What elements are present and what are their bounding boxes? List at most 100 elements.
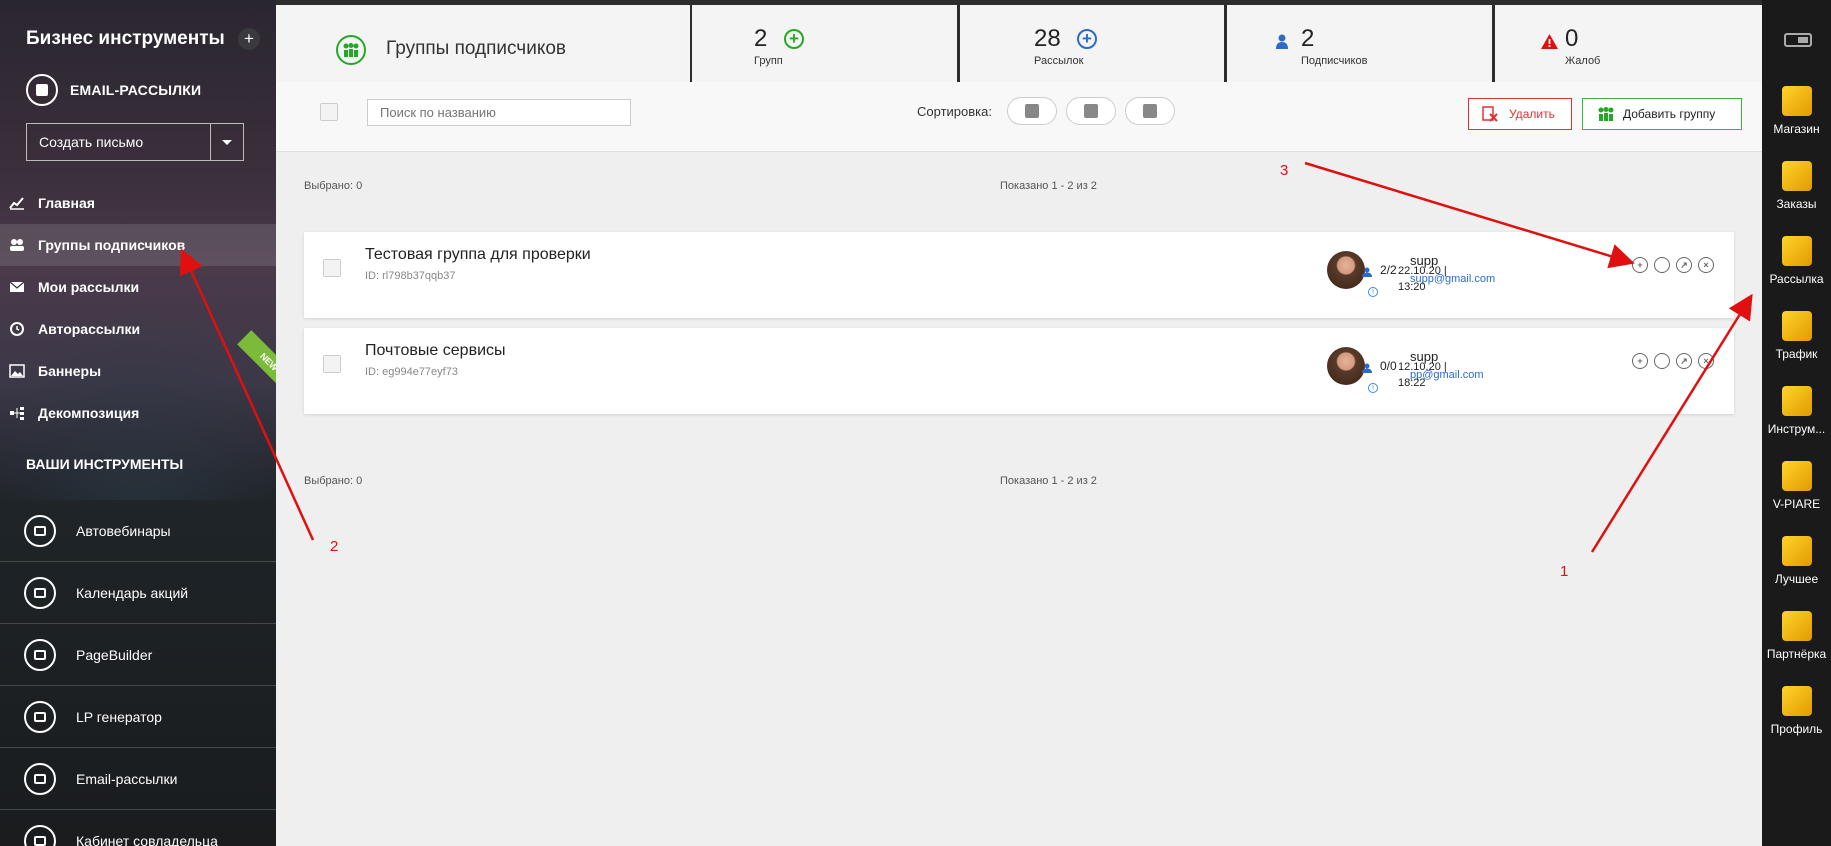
group-row[interactable]: Тестовая группа для проверки ID: rl798b3… bbox=[304, 232, 1734, 318]
pyramid-icon bbox=[1781, 611, 1812, 641]
edit-icon[interactable]: ↗ bbox=[1676, 257, 1692, 273]
date-text: 22.10.20 | bbox=[1398, 265, 1447, 277]
search-input[interactable] bbox=[367, 99, 631, 126]
right-sidebar: Магазин Заказы Рассылка Трафик Инструм..… bbox=[1762, 0, 1831, 846]
tool-item-co-owner-cabinet[interactable]: Кабинет совладельца bbox=[0, 810, 276, 846]
sidebar-toggle[interactable] bbox=[1784, 33, 1812, 47]
row-checkbox[interactable] bbox=[323, 259, 341, 277]
lp-generator-icon bbox=[24, 700, 56, 733]
rightbar-item-mailing[interactable]: Рассылка bbox=[1762, 236, 1831, 286]
sidebar-item-subscriber-groups[interactable]: Группы подписчиков bbox=[0, 224, 276, 266]
user-icon[interactable] bbox=[1654, 353, 1670, 369]
subscriber-icon bbox=[1276, 34, 1288, 49]
rightbar-item-tools[interactable]: Инструм... bbox=[1762, 386, 1831, 436]
add-group-icon bbox=[1598, 107, 1614, 121]
left-sidebar: Бизнес инструменты + EMAIL-РАССЫЛКИ Созд… bbox=[0, 0, 276, 846]
page-header: Группы подписчиков bbox=[276, 5, 690, 82]
tool-item-pagebuilder[interactable]: PageBuilder bbox=[0, 624, 276, 686]
zoom-in-icon[interactable]: + bbox=[1632, 353, 1648, 369]
avatar bbox=[1327, 347, 1365, 385]
group-row[interactable]: Почтовые сервисы ID: eg994e77eyf73 supp … bbox=[304, 328, 1734, 414]
stat-groups: 2 + Групп bbox=[692, 5, 957, 82]
complaints-label: Жалоб bbox=[1565, 55, 1601, 67]
toolbox-icon bbox=[1781, 386, 1812, 416]
group-id: ID: rl798b37qqb37 bbox=[365, 270, 456, 282]
pagebuilder-icon bbox=[24, 638, 56, 671]
group-name[interactable]: Почтовые сервисы bbox=[365, 342, 506, 360]
group-id: ID: eg994e77eyf73 bbox=[365, 366, 458, 378]
rightbar-item-traffic[interactable]: Трафик bbox=[1762, 311, 1831, 361]
sidebar-item-label: Мои рассылки bbox=[38, 279, 140, 295]
row-actions: + ↗ × bbox=[1632, 257, 1714, 273]
rightbar-label: V-PIARE bbox=[1772, 497, 1821, 511]
sidebar-item-decomposition[interactable]: Декомпозиция bbox=[0, 392, 276, 434]
shopping-bag-icon bbox=[26, 74, 58, 106]
contacts-icon bbox=[1143, 104, 1157, 118]
subscriber-icon bbox=[1362, 363, 1372, 373]
subscriber-count: 0/0 bbox=[1380, 359, 1397, 373]
sort-by-date-button[interactable] bbox=[1066, 97, 1116, 125]
tool-item-email-mailings[interactable]: Email-рассылки bbox=[0, 748, 276, 810]
tool-label: Календарь акций bbox=[76, 584, 189, 601]
mailings-label: Рассылок bbox=[1034, 55, 1084, 67]
clock-icon bbox=[8, 322, 26, 336]
row-checkbox[interactable] bbox=[323, 355, 341, 373]
rightbar-item-shop[interactable]: Магазин bbox=[1762, 86, 1831, 136]
complaints-count: 0 bbox=[1565, 25, 1579, 52]
group-name[interactable]: Тестовая группа для проверки bbox=[365, 246, 591, 264]
zoom-in-icon[interactable]: + bbox=[1632, 257, 1648, 273]
rightbar-label: Трафик bbox=[1775, 347, 1818, 361]
sidebar-item-home[interactable]: Главная bbox=[0, 182, 276, 224]
mouse-icon bbox=[1781, 311, 1812, 341]
time-text: 18:22 bbox=[1398, 377, 1426, 389]
add-tool-button[interactable]: + bbox=[238, 28, 260, 50]
sidebar-item-auto-mailings[interactable]: Авторассылки bbox=[0, 308, 276, 350]
rightbar-item-vpiare[interactable]: V-PIARE bbox=[1762, 461, 1831, 511]
add-mailing-plus-icon[interactable]: + bbox=[1077, 29, 1097, 49]
sort-by-name-button[interactable] bbox=[1007, 97, 1057, 125]
tool-item-lp-generator[interactable]: LP генератор bbox=[0, 686, 276, 748]
rightbar-item-partners[interactable]: Партнёрка bbox=[1762, 611, 1831, 661]
sort-by-count-button[interactable] bbox=[1125, 97, 1175, 125]
calendar-icon bbox=[1084, 104, 1098, 118]
sidebar-item-my-mailings[interactable]: Мои рассылки bbox=[0, 266, 276, 308]
row-actions: + ↗ × bbox=[1632, 353, 1714, 369]
add-group-plus-icon[interactable]: + bbox=[784, 29, 804, 49]
basket-icon bbox=[1781, 686, 1812, 716]
rightbar-item-orders[interactable]: Заказы bbox=[1762, 161, 1831, 211]
stats-bar: Группы подписчиков 2 + Групп 28 + Рассыл… bbox=[276, 0, 1762, 82]
rightbar-label: Профиль bbox=[1770, 722, 1823, 736]
tools-list: Автовебинары Календарь акций PageBuilder… bbox=[0, 500, 276, 846]
handshake-icon bbox=[24, 824, 56, 846]
tool-item-promo-calendar[interactable]: Календарь акций bbox=[0, 562, 276, 624]
create-letter-button[interactable]: Создать письмо bbox=[27, 124, 210, 160]
groups-count: 2 bbox=[754, 25, 768, 52]
sidebar-item-label: Группы подписчиков bbox=[38, 237, 186, 253]
shown-count: Показано 1 - 2 из 2 bbox=[1000, 475, 1097, 487]
sitemap-icon bbox=[8, 406, 26, 420]
add-group-button[interactable]: Добавить группу bbox=[1582, 98, 1742, 130]
info-icon[interactable]: i bbox=[1368, 287, 1378, 297]
rightbar-item-best[interactable]: Лучшее bbox=[1762, 536, 1831, 586]
time-text: 13:20 bbox=[1398, 281, 1426, 293]
user-icon[interactable] bbox=[1654, 257, 1670, 273]
sidebar-item-banners[interactable]: Баннеры bbox=[0, 350, 276, 392]
create-letter-dropdown-toggle[interactable] bbox=[210, 124, 243, 160]
delete-button[interactable]: Удалить bbox=[1468, 98, 1572, 130]
select-all-checkbox[interactable] bbox=[320, 103, 338, 121]
page-title: Группы подписчиков bbox=[386, 38, 566, 59]
info-icon[interactable]: i bbox=[1368, 383, 1378, 393]
stat-complaints: 0 Жалоб bbox=[1495, 5, 1762, 82]
date-text: 12.10.20 | bbox=[1398, 361, 1447, 373]
close-icon[interactable]: × bbox=[1698, 257, 1714, 273]
subscriber-count: 2/2 bbox=[1380, 263, 1397, 277]
edit-icon[interactable]: ↗ bbox=[1676, 353, 1692, 369]
close-icon[interactable]: × bbox=[1698, 353, 1714, 369]
tool-item-autowebinars[interactable]: Автовебинары bbox=[0, 500, 276, 562]
megaphone-icon bbox=[1781, 461, 1812, 491]
rightbar-item-profile[interactable]: Профиль bbox=[1762, 686, 1831, 736]
mailings-count: 28 bbox=[1034, 25, 1061, 52]
sidebar-item-label: Декомпозиция bbox=[38, 405, 140, 421]
your-tools-header: ВАШИ ИНСТРУМЕНТЫ bbox=[26, 456, 184, 472]
plane-icon bbox=[1781, 236, 1812, 266]
